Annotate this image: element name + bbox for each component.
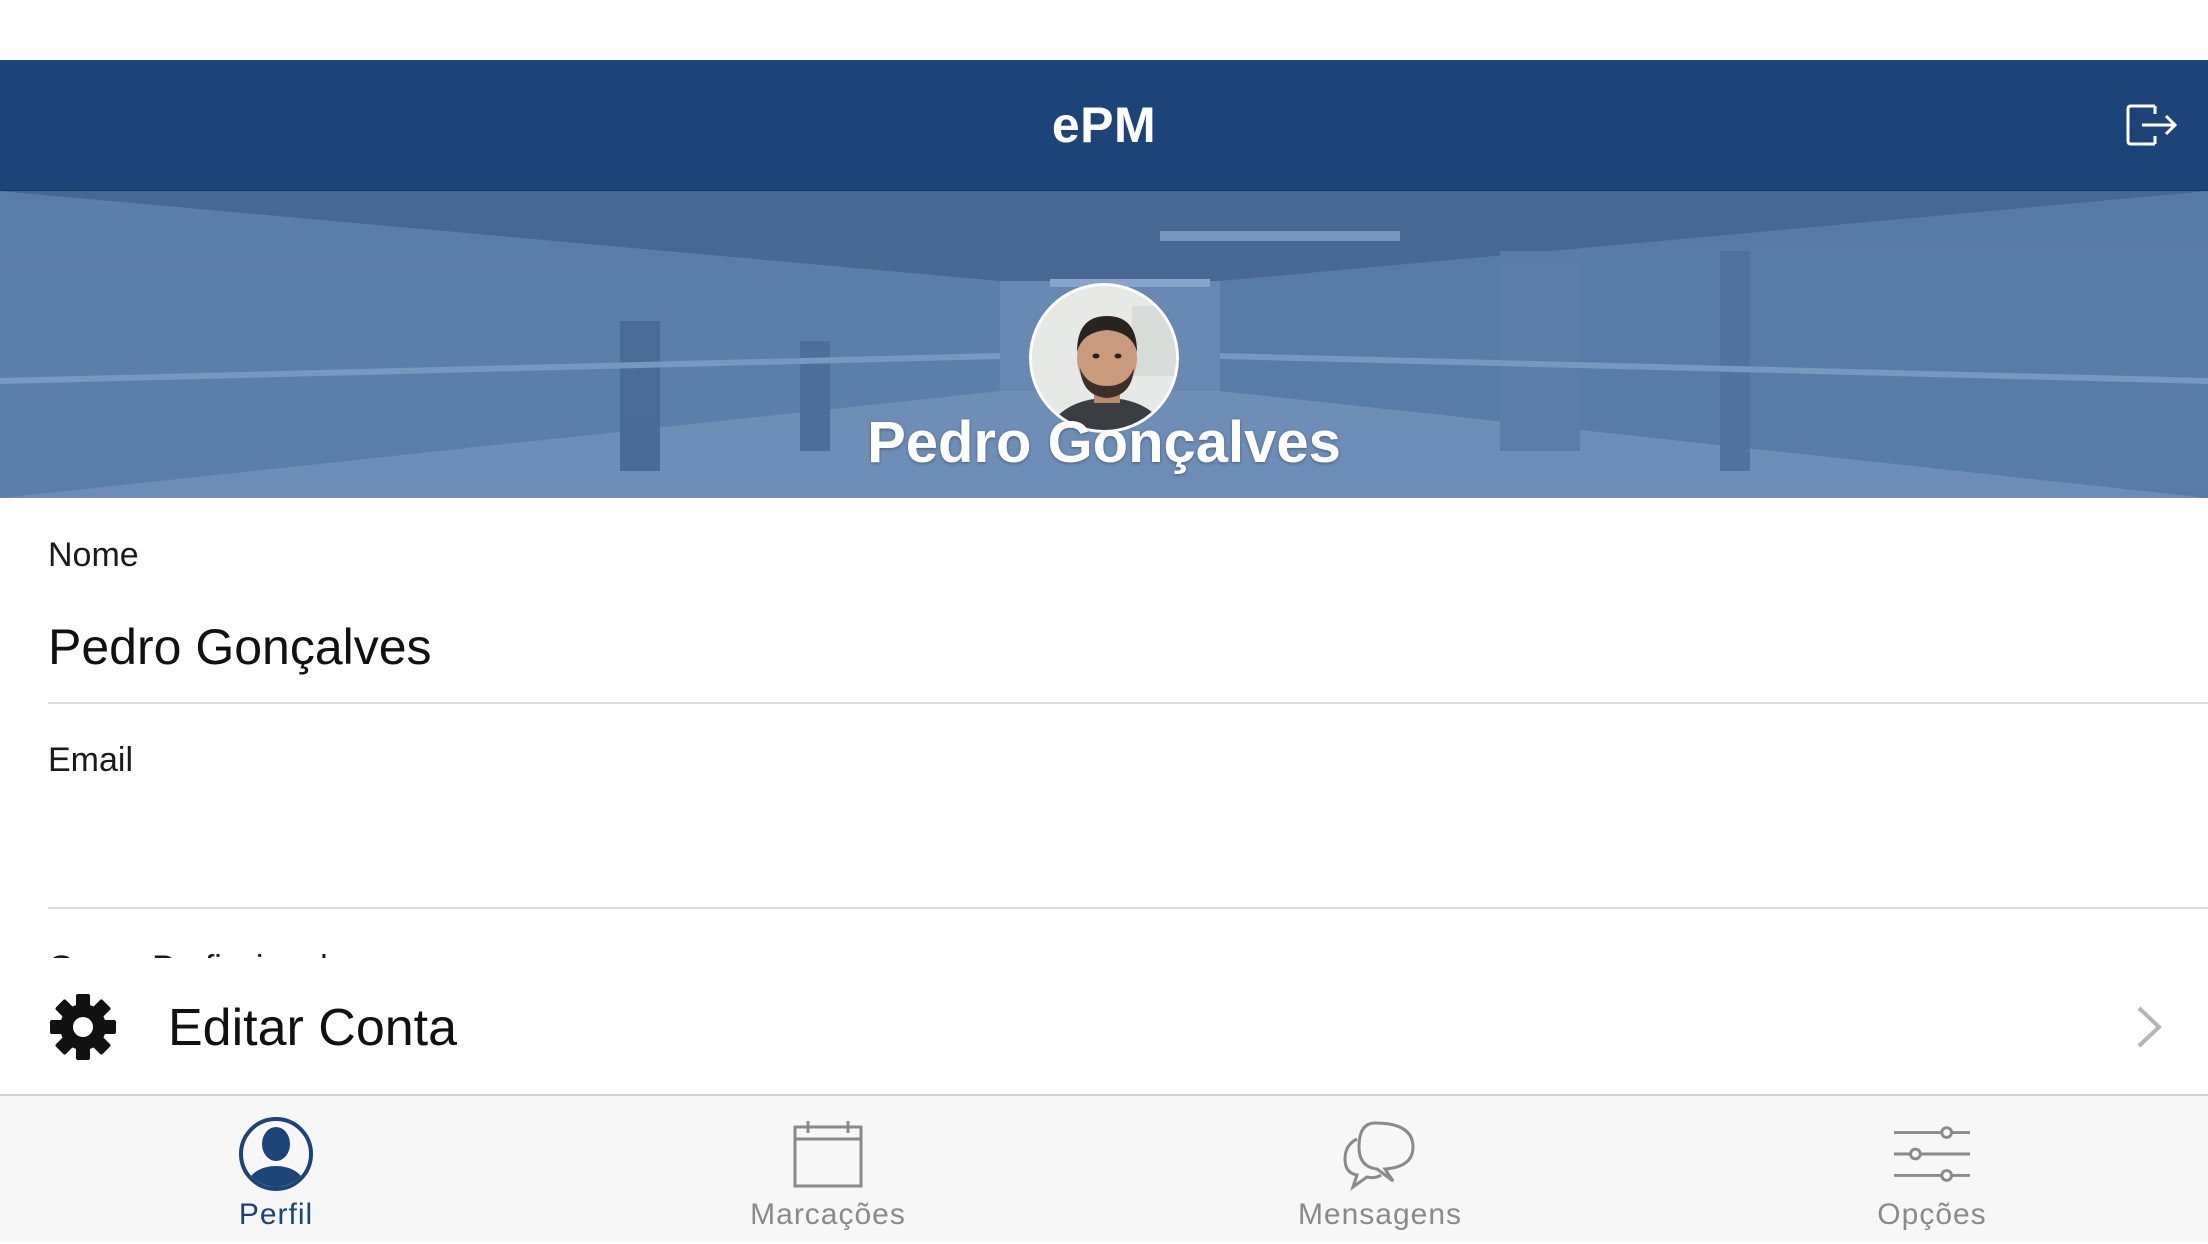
- logout-button[interactable]: [2120, 96, 2184, 154]
- profile-header-banner: Pedro Gonçalves: [0, 191, 2208, 498]
- app-title: ePM: [1051, 97, 1157, 153]
- edit-account-row[interactable]: Editar Conta: [0, 958, 2208, 1094]
- gear-icon: [50, 994, 116, 1060]
- field-label-nome: Nome: [48, 536, 139, 574]
- chat-bubbles-icon: [1343, 1121, 1415, 1191]
- sliders-icon: [1893, 1126, 1971, 1182]
- tab-bar: Perfil Marcações Mensagens Opções: [0, 1094, 2208, 1242]
- navigation-bar: ePM: [0, 60, 2208, 191]
- field-label-grupo-profissional: Grupo Profissional: [48, 944, 328, 958]
- divider: [48, 702, 2208, 704]
- tab-perfil[interactable]: Perfil: [0, 1096, 552, 1244]
- tab-opcoes[interactable]: Opções: [1656, 1096, 2208, 1244]
- tab-mensagens[interactable]: Mensagens: [1104, 1096, 1656, 1244]
- edit-account-label: Editar Conta: [168, 999, 458, 1057]
- divider: [48, 907, 2208, 909]
- tab-label: Opções: [1877, 1198, 1987, 1231]
- field-value-nome: Pedro Gonçalves: [48, 619, 432, 675]
- chevron-right-icon: [2137, 1006, 2162, 1048]
- tab-label: Perfil: [238, 1198, 314, 1231]
- tab-marcacoes[interactable]: Marcações: [552, 1096, 1104, 1244]
- status-bar-area: [0, 0, 2208, 60]
- tab-label: Mensagens: [1297, 1198, 1463, 1231]
- person-icon: [239, 1117, 313, 1191]
- profile-display-name: Pedro Gonçalves: [867, 410, 1341, 475]
- calendar-icon: [793, 1121, 863, 1188]
- field-label-email: Email: [48, 741, 134, 779]
- tab-label: Marcações: [750, 1198, 906, 1231]
- logout-icon: [2126, 104, 2178, 146]
